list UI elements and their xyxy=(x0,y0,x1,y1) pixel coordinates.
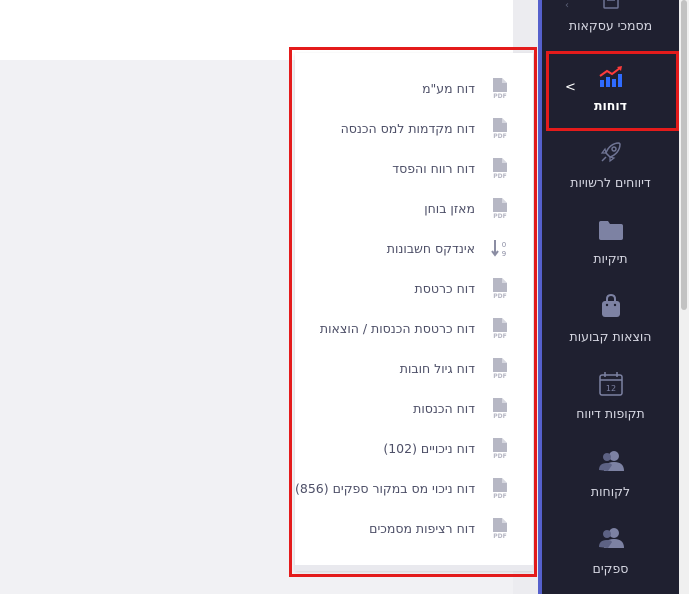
shopping-bag-icon xyxy=(601,294,620,317)
report-menu-item[interactable]: דוח ניכוי מס במקור ספקים (856) PDF xyxy=(295,470,533,506)
sidebar-item-label: מסמכי עסקאות xyxy=(568,18,653,33)
calendar-icon: 12 xyxy=(598,372,623,396)
report-menu-item-label: דוח גיול חובות xyxy=(399,360,475,376)
sort-numeric-icon: 09 xyxy=(491,240,506,258)
submenu-bottom-edge xyxy=(295,565,533,571)
svg-text:PDF: PDF xyxy=(493,373,506,379)
svg-text:PDF: PDF xyxy=(493,533,506,539)
report-menu-item[interactable]: דוח רציפות מסמכים PDF xyxy=(295,510,533,546)
sidebar-item-reporting-periods[interactable]: 12 תקופות דיווח xyxy=(542,372,679,432)
report-menu-item[interactable]: אינדקס חשבונות 0 9 xyxy=(295,230,533,266)
sidebar-item-business-documents[interactable]: ‹ מסמכי עסקאות xyxy=(542,0,679,52)
pdf-icon: PDF xyxy=(493,438,507,459)
pdf-icon: PDF xyxy=(493,318,507,339)
sidebar-item-customers[interactable]: לקוחות xyxy=(542,450,679,510)
sidebar-item-label: לקוחות xyxy=(590,484,631,499)
pdf-icon: PDF xyxy=(493,518,507,539)
sidebar-item-label: דיווחים לרשויות xyxy=(570,175,651,190)
report-menu-item[interactable]: דוח כרטסת הכנסות / הוצאות PDF xyxy=(295,310,533,346)
report-menu-item[interactable]: דוח מקדמות למס הכנסה PDF xyxy=(295,110,533,146)
report-menu-item-label: דוח ניכויים (102) xyxy=(383,440,475,456)
report-menu-item[interactable]: דוח רווח והפסד PDF xyxy=(295,150,533,186)
users-icon xyxy=(598,528,624,548)
submenu-chevron-icon: < xyxy=(565,80,576,95)
sidebar-item-label: תקופות דיווח xyxy=(576,406,645,421)
report-menu-item[interactable]: מאזן בוחן PDF xyxy=(295,190,533,226)
sidebar-item-label: דוחות xyxy=(593,98,628,113)
chart-growth-icon xyxy=(598,66,622,87)
pdf-icon: PDF xyxy=(493,198,507,219)
svg-text:0: 0 xyxy=(502,241,506,249)
report-menu-item[interactable]: דוח מע"מ PDF xyxy=(295,70,533,106)
sidebar-item-folders[interactable]: תיקיות xyxy=(542,218,679,278)
calendar-day: 12 xyxy=(605,384,615,393)
sidebar-item-label: תיקיות xyxy=(593,251,628,266)
sidebar-item-label: ספקים xyxy=(592,561,629,576)
pdf-icon: PDF xyxy=(493,358,507,379)
svg-text:PDF: PDF xyxy=(493,493,506,499)
reports-submenu: דוח מע"מ PDF דוח מקדמות למס הכנסה PDF דוח רו… xyxy=(295,53,533,571)
pdf-icon: PDF xyxy=(493,118,507,139)
users-icon xyxy=(598,451,624,471)
svg-text:PDF: PDF xyxy=(493,133,506,139)
report-menu-item-label: דוח רציפות מסמכים xyxy=(369,520,475,536)
report-menu-item-label: דוח רווח והפסד xyxy=(392,160,475,176)
svg-text:PDF: PDF xyxy=(493,453,506,459)
pdf-icon: PDF xyxy=(493,398,507,419)
document-icon xyxy=(602,0,619,9)
pdf-icon: PDF xyxy=(493,158,507,179)
pdf-icon: PDF xyxy=(493,278,507,299)
rocket-icon xyxy=(600,142,621,163)
report-menu-item[interactable]: דוח ניכויים (102) PDF xyxy=(295,430,533,466)
report-menu-item[interactable]: דוח כרטסת PDF xyxy=(295,270,533,306)
sidebar-item-reports[interactable]: < דוחות xyxy=(542,62,679,122)
report-menu-item-label: אינדקס חשבונות xyxy=(386,240,475,256)
report-menu-item[interactable]: דוח הכנסות PDF xyxy=(295,390,533,426)
report-menu-item-label: דוח מע"מ xyxy=(422,80,475,96)
collapse-chevron-icon: ‹ xyxy=(565,0,569,11)
folder-icon xyxy=(598,221,623,240)
svg-text:PDF: PDF xyxy=(493,333,506,339)
svg-text:PDF: PDF xyxy=(493,293,506,299)
report-menu-item-label: דוח כרטסת xyxy=(414,280,475,296)
svg-text:9: 9 xyxy=(502,250,506,258)
svg-text:PDF: PDF xyxy=(493,413,506,419)
report-menu-item-label: דוח כרטסת הכנסות / הוצאות xyxy=(319,320,475,336)
sidebar-scrollbar[interactable] xyxy=(679,0,689,594)
report-menu-item-label: דוח הכנסות xyxy=(413,400,475,416)
sidebar-item-fixed-expenses[interactable]: הוצאות קבועות xyxy=(542,294,679,354)
svg-text:PDF: PDF xyxy=(493,173,506,179)
sidebar-item-label: הוצאות קבועות xyxy=(569,329,652,344)
scrollbar-thumb[interactable] xyxy=(681,0,687,310)
sidebar-item-suppliers[interactable]: ספקים xyxy=(542,527,679,587)
svg-text:PDF: PDF xyxy=(493,93,506,99)
report-menu-item-label: דוח מקדמות למס הכנסה xyxy=(340,120,475,136)
pdf-icon: PDF xyxy=(493,478,508,499)
report-menu-item-label: דוח ניכוי מס במקור ספקים (856) xyxy=(295,480,476,496)
pdf-icon: PDF xyxy=(493,78,507,99)
report-menu-item-label: מאזן בוחן xyxy=(424,200,475,216)
svg-text:PDF: PDF xyxy=(493,213,506,219)
report-menu-item[interactable]: דוח גיול חובות PDF xyxy=(295,350,533,386)
sidebar-item-authority-reports[interactable]: דיווחים לרשויות xyxy=(542,140,679,200)
sidebar: ‹ מסמכי עסקאות < דוחות דיווחים לרשויות ת… xyxy=(542,0,679,594)
